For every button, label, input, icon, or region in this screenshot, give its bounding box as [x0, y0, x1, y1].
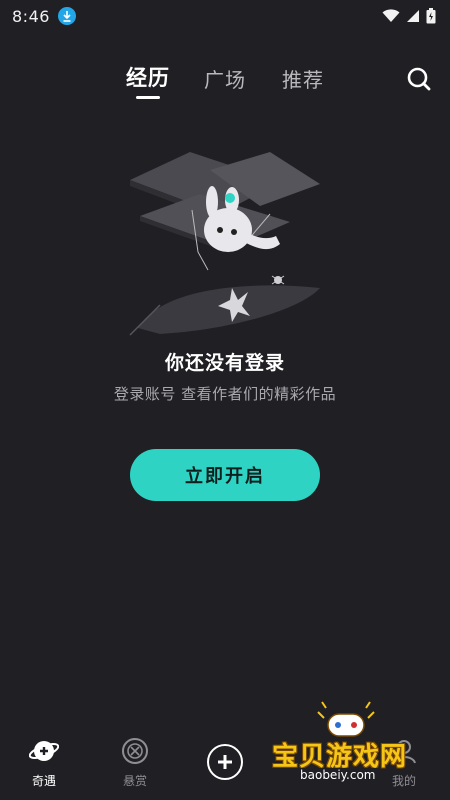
top-tabs: 经历 广场 推荐 [0, 62, 450, 102]
nav-item-adventure[interactable]: 奇遇 [14, 736, 74, 792]
nav-label-bounty: 悬赏 [122, 774, 147, 788]
tab-recommend[interactable]: 推荐 [282, 64, 324, 93]
tab-square[interactable]: 广场 [204, 64, 246, 93]
nav-item-bounty[interactable]: 悬赏 [105, 736, 165, 792]
add-button[interactable] [207, 744, 243, 780]
active-tab-indicator [136, 96, 160, 99]
download-icon [57, 7, 76, 25]
start-now-button[interactable]: 立即开启 [130, 449, 320, 501]
empty-state-subtitle: 登录账号 查看作者们的精彩作品 [113, 385, 337, 403]
search-icon[interactable] [406, 66, 432, 92]
battery-icon [426, 8, 436, 24]
wifi-icon [382, 9, 400, 22]
watermark-url: baobeiy.com [296, 768, 380, 782]
status-bar: 8:46 [0, 0, 450, 32]
watermark: 宝贝游戏网 baobeiy.com [272, 700, 432, 790]
planet-icon [29, 741, 59, 761]
empty-state-illustration [129, 152, 320, 336]
add-icon [218, 755, 232, 769]
status-icons [382, 8, 436, 24]
gamepad-icon [317, 701, 375, 737]
tab-experience[interactable]: 经历 [126, 62, 170, 92]
bounty-icon [122, 738, 148, 764]
signal-icon [407, 10, 419, 22]
status-time: 8:46 [12, 6, 50, 26]
nav-label-adventure: 奇遇 [31, 774, 56, 788]
empty-state-title: 你还没有登录 [164, 352, 285, 374]
